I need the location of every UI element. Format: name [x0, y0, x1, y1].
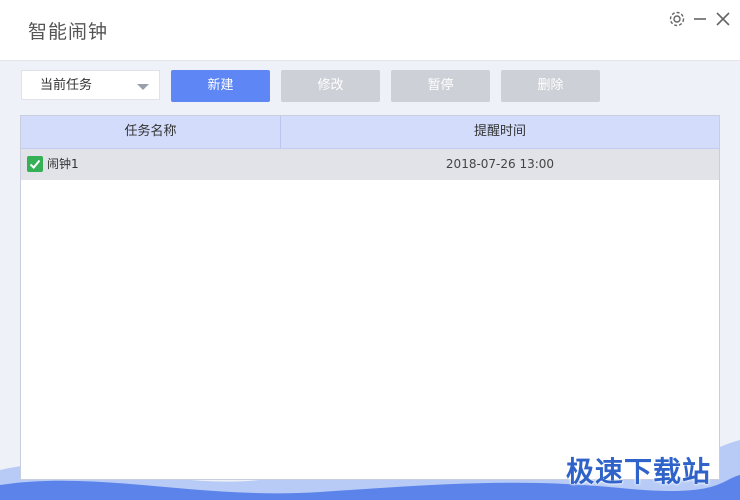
remind-time-cell: 2018-07-26 13:00 — [445, 157, 555, 171]
column-header-task-name[interactable]: 任务名称 — [21, 116, 280, 148]
task-name-cell: 闹钟1 — [47, 157, 79, 171]
close-icon[interactable] — [714, 10, 732, 28]
pause-button[interactable]: 暂停 — [391, 70, 490, 102]
gear-icon[interactable] — [668, 10, 686, 28]
new-button[interactable]: 新建 — [171, 70, 270, 102]
checkbox-checked-icon[interactable] — [27, 156, 43, 172]
delete-button[interactable]: 删除 — [501, 70, 600, 102]
edit-button[interactable]: 修改 — [281, 70, 380, 102]
task-filter-value: 当前任务 — [40, 78, 93, 93]
table-header: 任务名称 提醒时间 — [21, 116, 719, 149]
column-header-remind-time[interactable]: 提醒时间 — [281, 116, 719, 148]
table-row[interactable]: 闹钟1 2018-07-26 13:00 — [21, 149, 719, 180]
title-bar: 智能闹钟 — [0, 0, 740, 61]
chevron-down-icon — [137, 84, 149, 90]
watermark-text: 极速下载站 — [566, 455, 712, 488]
app-title: 智能闹钟 — [28, 21, 109, 43]
task-table: 任务名称 提醒时间 闹钟1 2018-07-26 13:00 — [20, 115, 720, 480]
minimize-icon[interactable] — [691, 10, 709, 28]
task-filter-select[interactable]: 当前任务 — [21, 70, 160, 100]
toolbar: 当前任务 新建 修改 暂停 删除 — [0, 60, 740, 115]
